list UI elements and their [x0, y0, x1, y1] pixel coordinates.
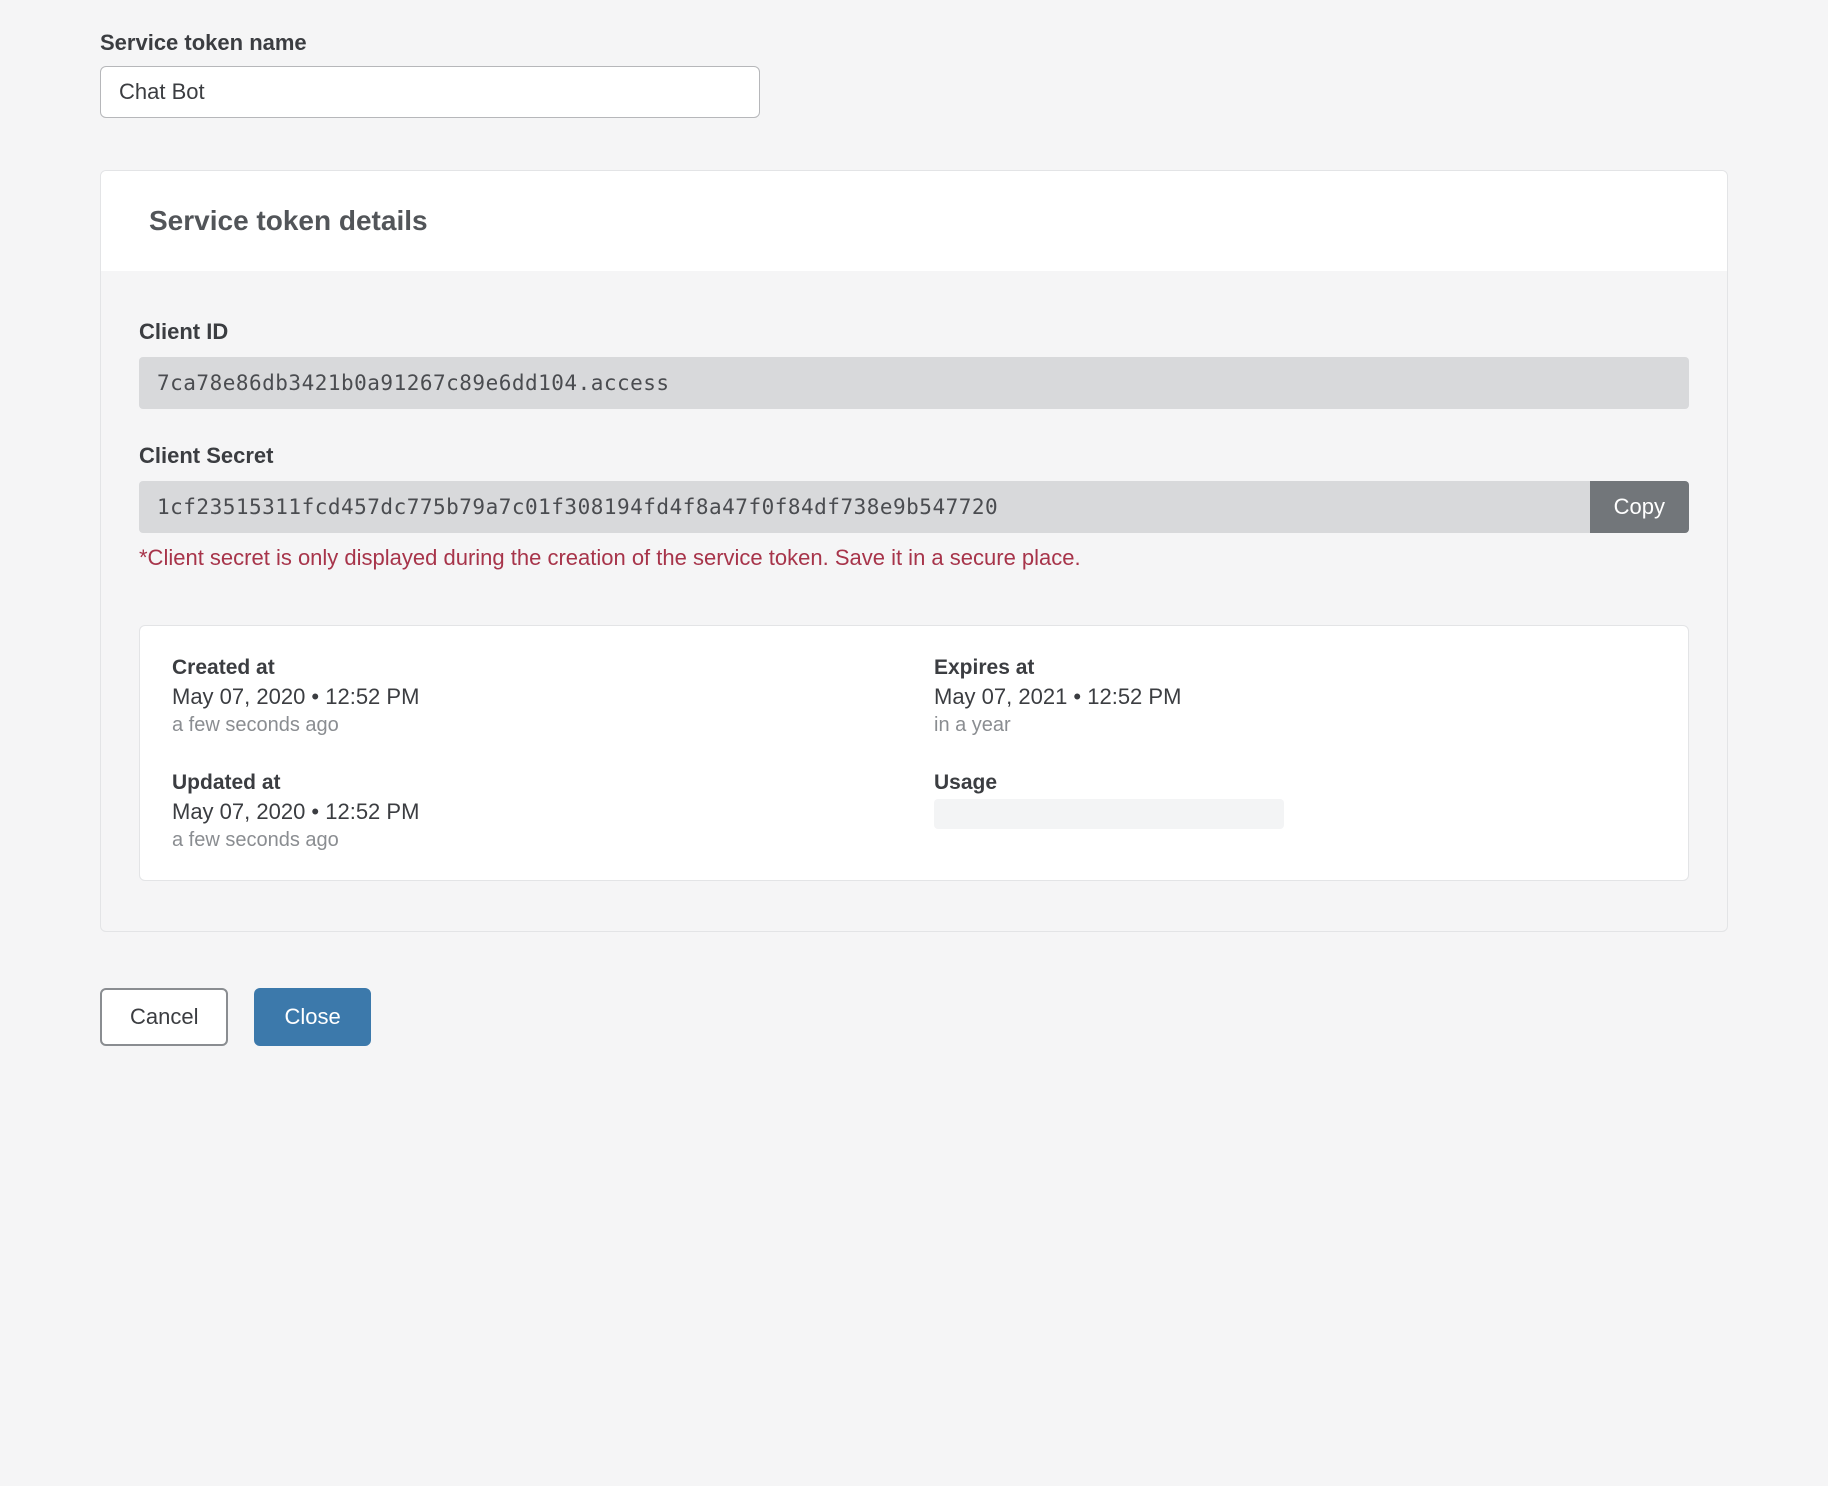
- expires-at-value: May 07, 2021 • 12:52 PM: [934, 684, 1656, 710]
- usage-placeholder: [934, 799, 1284, 829]
- usage-label: Usage: [934, 771, 1656, 795]
- details-title: Service token details: [149, 205, 1679, 237]
- created-at-value: May 07, 2020 • 12:52 PM: [172, 684, 894, 710]
- expires-at-label: Expires at: [934, 656, 1656, 680]
- close-button[interactable]: Close: [254, 988, 370, 1046]
- copy-button[interactable]: Copy: [1590, 481, 1689, 533]
- client-secret-value: 1cf23515311fcd457dc775b79a7c01f308194fd4…: [139, 481, 1590, 533]
- client-id-group: Client ID 7ca78e86db3421b0a91267c89e6dd1…: [139, 319, 1689, 409]
- service-token-details-card: Service token details Client ID 7ca78e86…: [100, 170, 1728, 932]
- updated-at-block: Updated at May 07, 2020 • 12:52 PM a few…: [172, 771, 894, 852]
- client-id-label: Client ID: [139, 319, 1689, 345]
- created-at-label: Created at: [172, 656, 894, 680]
- cancel-button[interactable]: Cancel: [100, 988, 228, 1046]
- details-header: Service token details: [101, 171, 1727, 271]
- details-body: Client ID 7ca78e86db3421b0a91267c89e6dd1…: [101, 271, 1727, 931]
- client-secret-label: Client Secret: [139, 443, 1689, 469]
- client-secret-row: 1cf23515311fcd457dc775b79a7c01f308194fd4…: [139, 481, 1689, 533]
- updated-at-relative: a few seconds ago: [172, 829, 894, 852]
- updated-at-label: Updated at: [172, 771, 894, 795]
- client-id-value: 7ca78e86db3421b0a91267c89e6dd104.access: [139, 357, 1689, 409]
- expires-at-relative: in a year: [934, 714, 1656, 737]
- token-name-label: Service token name: [100, 30, 1728, 56]
- expires-at-block: Expires at May 07, 2021 • 12:52 PM in a …: [934, 656, 1656, 737]
- meta-card: Created at May 07, 2020 • 12:52 PM a few…: [139, 625, 1689, 881]
- client-secret-helper: *Client secret is only displayed during …: [139, 545, 1689, 571]
- footer-actions: Cancel Close: [100, 988, 1728, 1046]
- token-name-input[interactable]: [100, 66, 760, 118]
- created-at-block: Created at May 07, 2020 • 12:52 PM a few…: [172, 656, 894, 737]
- usage-block: Usage: [934, 771, 1656, 852]
- updated-at-value: May 07, 2020 • 12:52 PM: [172, 799, 894, 825]
- token-name-section: Service token name: [100, 30, 1728, 118]
- client-secret-group: Client Secret 1cf23515311fcd457dc775b79a…: [139, 443, 1689, 571]
- created-at-relative: a few seconds ago: [172, 714, 894, 737]
